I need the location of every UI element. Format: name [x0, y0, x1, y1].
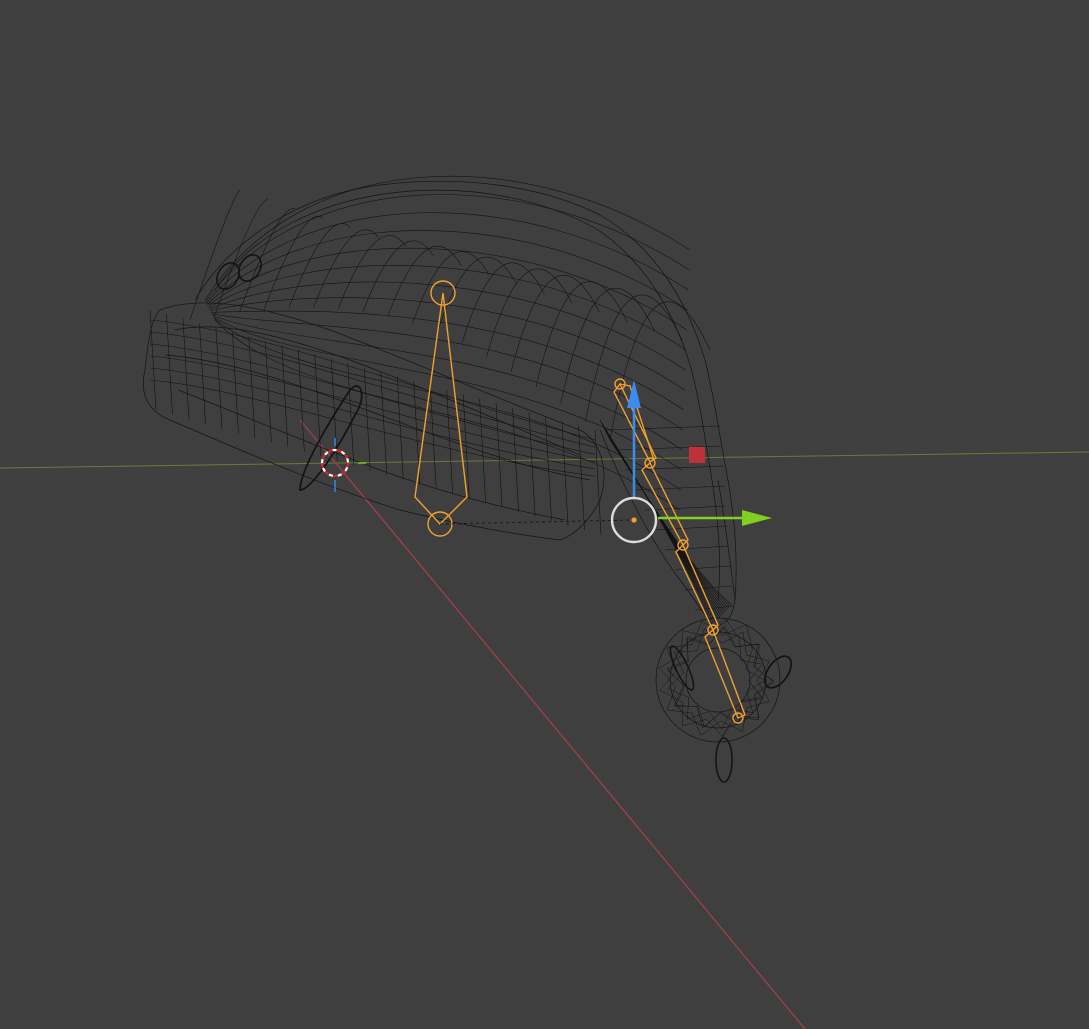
hat-brim-outline [142, 302, 605, 541]
gizmo-y-arrow[interactable] [742, 510, 772, 526]
viewport-canvas[interactable] [0, 0, 1089, 1029]
hat-armature[interactable] [414, 280, 746, 724]
axis-x-line [299, 419, 806, 1029]
gizmo-origin-dot [631, 517, 637, 523]
bone-tail-4[interactable] [704, 624, 746, 724]
3d-viewport[interactable] [0, 0, 1089, 1029]
gizmo-x-handle[interactable] [689, 447, 705, 463]
parent-relationship-line [439, 519, 635, 525]
hat-brim-inner [174, 326, 581, 521]
hat-brim-mid [164, 354, 591, 481]
santa-hat-mesh[interactable] [142, 180, 796, 783]
gizmo-z-arrow[interactable] [627, 380, 641, 408]
3d-cursor-icon[interactable] [320, 438, 366, 492]
pompom [655, 617, 781, 743]
pompom-chain-link [715, 737, 733, 783]
transform-gizmo-icon[interactable] [610, 380, 772, 544]
